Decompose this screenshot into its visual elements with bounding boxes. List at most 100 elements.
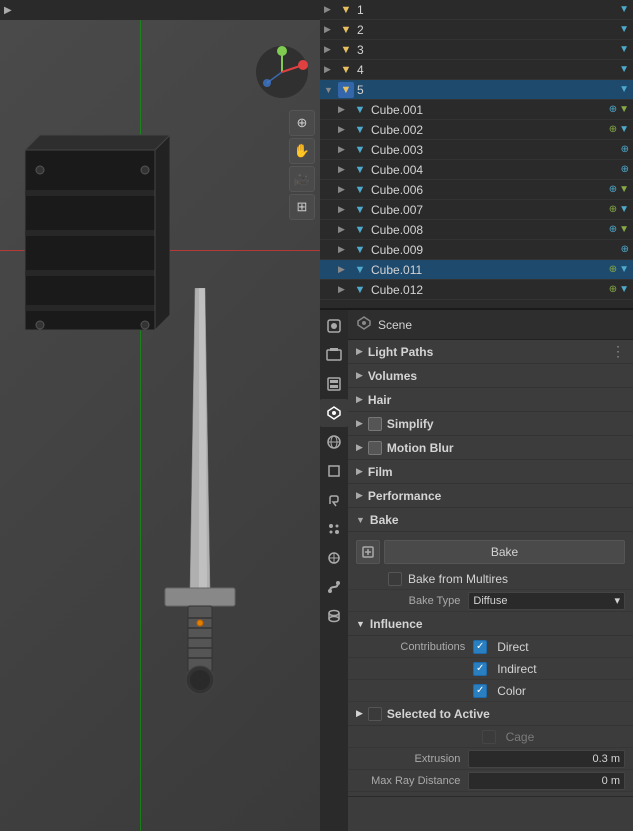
cube001-name: Cube.001	[371, 103, 609, 117]
outliner-item-cube011[interactable]: ▶ ▼ Cube.011 ⊕ ▼	[320, 260, 633, 280]
contributions-indirect-row: ✓ Indirect	[348, 658, 633, 680]
scene-header-icon	[356, 315, 372, 334]
color-checkbox[interactable]: ✓	[473, 684, 487, 698]
cube004-name: Cube.004	[371, 163, 621, 177]
motion-blur-title: Motion Blur	[387, 441, 625, 455]
viewport-3d[interactable]: ⊕ ✋ 🎥 ⊞	[0, 20, 320, 831]
cube003-icon1: ⊕	[621, 144, 629, 155]
cube001-icons: ⊕ ▼	[609, 104, 629, 115]
outliner-item-cube006[interactable]: ▶ ▼ Cube.006 ⊕ ▼	[320, 180, 633, 200]
max-ray-distance-label: Max Ray Distance	[356, 775, 468, 787]
cube008-icon1: ⊕	[609, 224, 617, 235]
cube002-icons: ⊕ ▼	[609, 124, 629, 135]
arrow-1: ▶	[324, 4, 338, 15]
scene-icon-1: ▼	[338, 2, 354, 18]
indirect-checkbox[interactable]: ✓	[473, 662, 487, 676]
pan-tool[interactable]: ✋	[289, 138, 315, 164]
bake-type-value: Diffuse ▾	[468, 592, 625, 610]
influence-section-header[interactable]: ▼ Influence	[348, 612, 633, 636]
cube002-name: Cube.002	[371, 123, 609, 137]
indirect-value: ✓ Indirect	[473, 662, 625, 676]
direct-checkbox[interactable]: ✓	[473, 640, 487, 654]
viewport-mode[interactable]: ▶	[4, 5, 12, 16]
outliner-item-cube012[interactable]: ▶ ▼ Cube.012 ⊕ ▼	[320, 280, 633, 300]
section-volumes[interactable]: ▶ Volumes	[348, 364, 633, 388]
tab-constraints[interactable]	[320, 573, 348, 601]
outliner-item-cube007[interactable]: ▶ ▼ Cube.007 ⊕ ▼	[320, 200, 633, 220]
cube007-icon1: ⊕	[609, 204, 617, 215]
section-motion-blur[interactable]: ▶ Motion Blur	[348, 436, 633, 460]
tab-particles[interactable]	[320, 515, 348, 543]
outliner-item-cube008[interactable]: ▶ ▼ Cube.008 ⊕ ▼	[320, 220, 633, 240]
arrow-4: ▶	[324, 64, 338, 75]
outliner-item-cube004[interactable]: ▶ ▼ Cube.004 ⊕	[320, 160, 633, 180]
tab-data[interactable]	[320, 602, 348, 630]
hair-arrow: ▶	[356, 394, 363, 405]
cube004-icon1: ⊕	[621, 164, 629, 175]
cube006-icon1: ⊕	[609, 184, 617, 195]
cube011-icon1: ⊕	[609, 264, 617, 275]
outliner-item-4[interactable]: ▶ ▼ 4 ▼	[320, 60, 633, 80]
arrow-cube004: ▶	[338, 164, 352, 175]
outliner: ▶ ▼ 1 ▼ ▶ ▼ 2 ▼ ▶ ▼ 3 ▼ ▶ ▼	[320, 0, 633, 310]
section-performance[interactable]: ▶ Performance	[348, 484, 633, 508]
cube011-name: Cube.011	[371, 263, 609, 277]
motion-blur-checkbox-icon[interactable]	[368, 441, 382, 455]
tab-modifier[interactable]	[320, 486, 348, 514]
outliner-item-cube001[interactable]: ▶ ▼ Cube.001 ⊕ ▼	[320, 100, 633, 120]
item-name-4: 4	[357, 63, 619, 77]
bake-button-row: Bake	[348, 536, 633, 568]
section-simplify[interactable]: ▶ Simplify	[348, 412, 633, 436]
arrow-cube008: ▶	[338, 224, 352, 235]
indirect-label: Indirect	[497, 662, 536, 676]
motion-blur-arrow: ▶	[356, 442, 363, 453]
tab-object[interactable]	[320, 457, 348, 485]
arrow-cube011: ▶	[338, 264, 352, 275]
mesh-icon-cube002: ▼	[352, 122, 368, 138]
section-hair[interactable]: ▶ Hair	[348, 388, 633, 412]
max-ray-distance-input[interactable]: 0 m	[468, 772, 625, 790]
section-light-paths[interactable]: ▶ Light Paths ⋮	[348, 340, 633, 364]
outliner-item-2[interactable]: ▶ ▼ 2 ▼	[320, 20, 633, 40]
cage-checkbox[interactable]	[482, 730, 496, 744]
bake-main-button[interactable]: Bake	[384, 540, 625, 564]
axis-gizmo[interactable]	[255, 45, 310, 100]
item-icons-4: ▼	[619, 64, 629, 75]
tab-physics[interactable]	[320, 544, 348, 572]
item-icons-3: ▼	[619, 44, 629, 55]
outliner-item-cube002[interactable]: ▶ ▼ Cube.002 ⊕ ▼	[320, 120, 633, 140]
right-panel: ▶ ▼ 1 ▼ ▶ ▼ 2 ▼ ▶ ▼ 3 ▼ ▶ ▼	[320, 0, 633, 831]
extrusion-row: Extrusion 0.3 m	[348, 748, 633, 770]
light-paths-menu[interactable]: ⋮	[611, 343, 625, 360]
outliner-item-5[interactable]: ▼ ▼ 5 ▼	[320, 80, 633, 100]
section-film[interactable]: ▶ Film	[348, 460, 633, 484]
max-ray-distance-value: 0 m	[468, 772, 625, 790]
camera-tool[interactable]: 🎥	[289, 166, 315, 192]
simplify-checkbox-icon[interactable]	[368, 417, 382, 431]
bake-icon-button[interactable]	[356, 540, 380, 564]
bake-section: ▼ Bake Bake	[348, 508, 633, 797]
properties-title: Scene	[378, 318, 412, 332]
extrusion-input[interactable]: 0.3 m	[468, 750, 625, 768]
tab-output[interactable]	[320, 341, 348, 369]
cube-object	[15, 130, 155, 340]
cube009-icon1: ⊕	[621, 244, 629, 255]
mesh-icon-4: ▼	[619, 64, 629, 75]
bake-multires-label: Bake from Multires	[408, 572, 508, 586]
bake-multires-checkbox[interactable]	[388, 572, 402, 586]
outliner-item-cube003[interactable]: ▶ ▼ Cube.003 ⊕	[320, 140, 633, 160]
tab-render[interactable]	[320, 312, 348, 340]
selected-active-title: Selected to Active	[387, 707, 490, 721]
bake-section-header[interactable]: ▼ Bake	[348, 508, 633, 532]
tab-view[interactable]	[320, 370, 348, 398]
outliner-item-cube009[interactable]: ▶ ▼ Cube.009 ⊕	[320, 240, 633, 260]
bake-type-dropdown[interactable]: Diffuse ▾	[468, 592, 625, 610]
outliner-item-3[interactable]: ▶ ▼ 3 ▼	[320, 40, 633, 60]
selected-to-active-header[interactable]: ▶ Selected to Active	[348, 702, 633, 726]
grid-tool[interactable]: ⊞	[289, 194, 315, 220]
outliner-item-1[interactable]: ▶ ▼ 1 ▼	[320, 0, 633, 20]
zoom-tool[interactable]: ⊕	[289, 110, 315, 136]
selected-active-checkbox[interactable]	[368, 707, 382, 721]
tab-scene[interactable]	[320, 399, 348, 427]
tab-world[interactable]	[320, 428, 348, 456]
